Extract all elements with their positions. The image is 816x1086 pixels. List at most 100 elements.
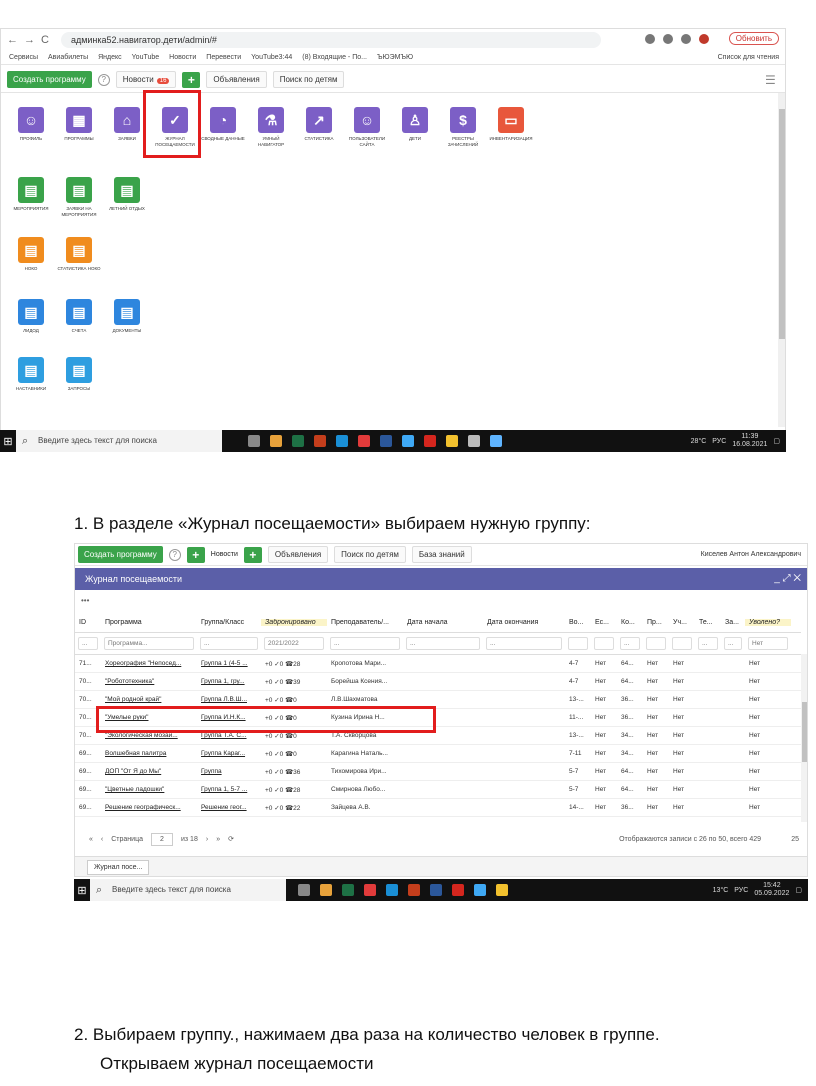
column-header[interactable]: Уч... [669, 619, 695, 626]
yandex-icon[interactable] [364, 884, 376, 896]
windows-start-icon[interactable]: ⊞ [0, 435, 16, 448]
create-program-button[interactable]: Создать программу [7, 71, 92, 88]
refresh-icon[interactable]: ⟳ [228, 835, 234, 843]
plus-icon[interactable]: + [182, 71, 201, 88]
table-row[interactable]: 70... "Робототехника" Группа 1, гру... +0 ✓… [75, 673, 801, 691]
powerpoint-icon[interactable] [408, 884, 420, 896]
tile-tiles_row2-0[interactable]: ▤ МЕРОПРИЯТИЯ [9, 177, 53, 212]
filter-input[interactable] [568, 637, 588, 650]
tile-tiles_row1-6[interactable]: ↗ СТАТИСТИКА [297, 107, 341, 142]
news-button[interactable]: Новости [211, 551, 238, 558]
bookmark-item[interactable]: Яндекс [98, 54, 122, 61]
table-cell[interactable]: +0 ✓0 ☎28 [261, 660, 327, 668]
help-icon[interactable]: ? [168, 548, 181, 561]
knowledge-base-button[interactable]: База знаний [411, 546, 472, 563]
filter-input[interactable]: 2021/2022 [264, 637, 324, 650]
table-row[interactable]: 69... ДОП "От Я до Мы" Группа +0 ✓0 ☎36 Тихо… [75, 763, 801, 781]
column-header[interactable]: За... [721, 619, 745, 626]
bookmark-item[interactable]: ЪЮЭМЪЮ [377, 54, 413, 61]
excel-icon[interactable] [292, 435, 304, 447]
taskbar-search[interactable]: Введите здесь текст для поиска [90, 879, 286, 901]
column-header[interactable]: Дата начала [403, 619, 483, 626]
explorer-icon[interactable] [446, 435, 458, 447]
chrome-icon[interactable] [320, 884, 332, 896]
tile-tiles_row4-1[interactable]: ▤ СЧЕТА [57, 299, 101, 334]
column-header[interactable]: Ко... [617, 619, 643, 626]
app-icon[interactable] [402, 435, 414, 447]
edge-icon[interactable] [336, 435, 348, 447]
menu-icon[interactable]: ☰ [765, 73, 777, 87]
word-icon[interactable] [430, 884, 442, 896]
more-icon[interactable]: ••• [81, 596, 89, 605]
tile-tiles_row5-1[interactable]: ▤ ЗАПРОСЫ [57, 357, 101, 392]
filter-input[interactable]: ... [330, 637, 400, 650]
bookmark-item[interactable]: YouTube [132, 54, 160, 61]
table-scrollbar[interactable] [801, 654, 807, 822]
filter-input[interactable]: Программа... [104, 637, 194, 650]
column-header[interactable]: Группа/Класс [197, 619, 261, 626]
column-header[interactable]: Дата окончания [483, 619, 565, 626]
yandex-icon[interactable] [358, 435, 370, 447]
table-cell[interactable]: +0 ✓0 ☎22 [261, 804, 327, 812]
reading-list-button[interactable]: Список для чтения [718, 54, 779, 61]
table-row[interactable]: 71... Хореография "Непосед... Группа 1 (4-… [75, 655, 801, 673]
column-header[interactable]: Ес... [591, 619, 617, 626]
table-cell[interactable]: "Экологическая мозаи... [101, 732, 197, 739]
ads-button[interactable]: Объявления [206, 71, 267, 88]
tile-tiles_row1-0[interactable]: ☺ ПРОФИЛЬ [9, 107, 53, 142]
address-bar[interactable]: админка52.навигатор.дети/admin/# [60, 32, 601, 48]
column-header[interactable]: Уволено? [745, 619, 791, 626]
update-button[interactable]: Обновить [728, 32, 779, 45]
filter-input[interactable]: ... [406, 637, 480, 650]
edge-icon[interactable] [386, 884, 398, 896]
task-view-icon[interactable] [248, 435, 260, 447]
tile-tiles_row3-1[interactable]: ▤ СТАТИСТИКА НОКО [57, 237, 101, 272]
tile-tiles_row2-2[interactable]: ▤ ЛЕТНИЙ ОТДЫХ [105, 177, 149, 212]
settings-icon[interactable] [468, 435, 480, 447]
filter-input[interactable] [672, 637, 692, 650]
filter-input[interactable] [646, 637, 666, 650]
tile-tiles_row2-1[interactable]: ▤ ЗАЯВКИ НА МЕРОПРИЯТИЯ [57, 177, 101, 218]
scrollbar-thumb[interactable] [802, 702, 807, 762]
column-header[interactable]: Преподаватель/... [327, 619, 403, 626]
table-cell[interactable]: ДОП "От Я до Мы" [101, 768, 197, 775]
user-menu[interactable]: Киселев Антон Александрович [701, 551, 801, 558]
powerpoint-icon[interactable] [314, 435, 326, 447]
bookmark-item[interactable]: Перевести [206, 54, 241, 61]
table-cell[interactable]: Волшебная палитра [101, 750, 197, 757]
tile-tiles_row4-2[interactable]: ▤ ДОКУМЕНТЫ [105, 299, 149, 334]
filter-input[interactable]: ... [78, 637, 98, 650]
tile-tiles_row1-8[interactable]: ♙ ДЕТИ [393, 107, 437, 142]
tile-tiles_row4-0[interactable]: ▤ ЛИДОД [9, 299, 53, 334]
app-icon[interactable] [474, 884, 486, 896]
app2-icon[interactable] [490, 435, 502, 447]
filter-input[interactable]: ... [486, 637, 562, 650]
table-cell[interactable]: +0 ✓0 ☎0 [261, 696, 327, 704]
window-controls[interactable]: _ ⤢ ✕ [774, 568, 801, 590]
search-children-button[interactable]: Поиск по детям [334, 546, 406, 563]
explorer-icon[interactable] [496, 884, 508, 896]
bookmark-item[interactable]: Новости [169, 54, 196, 61]
table-row[interactable]: 69... Волшебная палитра Группа Карaг... +0 … [75, 745, 801, 763]
tile-tiles_row1-10[interactable]: ▭ ИНВЕНТАРИЗАЦИЯ [489, 107, 533, 142]
last-page-icon[interactable]: » [216, 836, 220, 843]
filter-input[interactable] [594, 637, 614, 650]
table-cell[interactable]: +0 ✓0 ☎36 [261, 768, 327, 776]
scrollbar[interactable] [778, 93, 785, 427]
first-page-icon[interactable]: « [89, 836, 93, 843]
tile-tiles_row1-7[interactable]: ☺ ПОЛЬЗОВАТЕЛИ САЙТА [345, 107, 389, 148]
column-header[interactable]: ID [75, 619, 101, 626]
language[interactable]: РУС [712, 438, 726, 445]
bookmark-item[interactable]: Сервисы [9, 54, 38, 61]
bookmark-item[interactable]: YouTube3:44 [251, 54, 292, 61]
tile-tiles_row5-0[interactable]: ▤ НАСТАВНИКИ [9, 357, 53, 392]
news-button[interactable]: Новости 16 [115, 71, 177, 88]
table-row[interactable]: 69... Решение географическ... Решение геог… [75, 799, 801, 817]
bookmark-item[interactable]: Авиабилеты [48, 54, 88, 61]
column-header[interactable]: Во... [565, 619, 591, 626]
next-page-icon[interactable]: › [206, 836, 208, 843]
tile-tiles_row1-4[interactable]: ◔ СВОДНЫЕ ДАННЫЕ [201, 107, 245, 142]
table-cell[interactable]: Решение географическ... [101, 804, 197, 811]
chrome-icon[interactable] [270, 435, 282, 447]
tile-tiles_row1-5[interactable]: ⚗ УМНЫЙ НАВИГАТОР [249, 107, 293, 148]
